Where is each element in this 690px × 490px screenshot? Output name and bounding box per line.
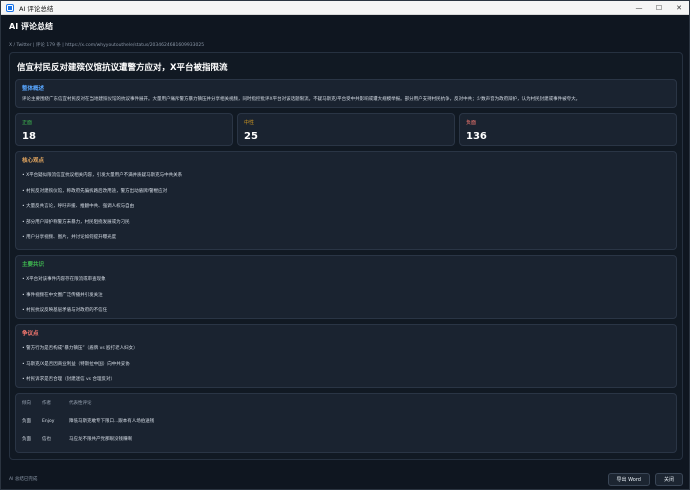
source-info: X / Twitter | 评论 179 条 | https://x.com/w… — [9, 43, 205, 48]
status-text: AI 总结已完成 — [9, 477, 38, 482]
list-item: 村民抗议反映基层矛盾与对政府的不信任 — [22, 303, 670, 319]
stat-positive: 正面 18 — [15, 113, 233, 146]
overview-title: 整体概述 — [22, 86, 45, 92]
column-header-comment: 代表性评论 — [69, 401, 92, 406]
disputes-title: 争议点 — [22, 331, 39, 337]
stat-negative: 负面 136 — [459, 113, 677, 146]
row-author: Enjoy — [42, 418, 55, 424]
comments-table: 倾向 作者 代表性评论 负面 Enjoy 障低马斯克敢专下限口...跟本有人场伯… — [22, 398, 670, 448]
title-bar: AI 评论总结 — ☐ ✕ — [1, 1, 689, 15]
stat-label: 中性 — [244, 120, 255, 126]
list-item: 部分用户辩护称警方未暴力，村民阻挠发展或为刁民 — [22, 215, 670, 231]
row-sentiment: 负面 — [22, 419, 31, 424]
close-window-button[interactable]: ✕ — [669, 1, 689, 15]
list-item: 大量反共言论，呼吁声援、推翻中共、强调人权与自由 — [22, 199, 670, 215]
minimize-button[interactable]: — — [629, 1, 649, 15]
core-points-title: 核心观点 — [22, 158, 45, 164]
list-item: X平台疑似限流信宜抗议相关内容，引发大量用户不满并质疑马斯克与中共关系 — [22, 168, 670, 184]
row-comment: 马应龙不限共产党那眼没钱赚啊 — [69, 437, 132, 442]
row-comment: 障低马斯克敢专下限口...跟本有人场伯送钱 — [69, 419, 155, 424]
row-author: 信也 — [42, 437, 51, 442]
list-item: 马斯克/X是否因商业利益（特斯拉中国）向中共妥协 — [22, 357, 670, 373]
table-row: 负面 Enjoy 障低马斯克敢专下限口...跟本有人场伯送钱 — [22, 412, 670, 430]
list-item: 警方行为是否构成“暴力镇压”（盾牌 vs 殴打老人妇女） — [22, 341, 670, 357]
footer: AI 总结已完成 导出 Word 关闭 — [1, 467, 689, 489]
list-item: 用户分享视频、图片，并讨论如何提升曝光度 — [22, 230, 670, 246]
stat-neutral: 中性 25 — [237, 113, 455, 146]
column-header-sentiment: 倾向 — [22, 401, 31, 406]
app-icon — [6, 3, 14, 12]
stat-value: 25 — [244, 131, 258, 142]
table-row: 负面 信也 马应龙不限共产党那眼没钱赚啊 — [22, 430, 670, 448]
comments-table-card: 倾向 作者 代表性评论 负面 Enjoy 障低马斯克敢专下限口...跟本有人场伯… — [15, 393, 677, 453]
row-sentiment: 负面 — [22, 437, 31, 442]
list-item: 村民反对建殡仪馆，称政府先骗拆路后改用途，警方出动盾牌/警棍应对 — [22, 184, 670, 200]
page-title: AI 评论总结 — [9, 22, 53, 31]
list-item: X平台对该事件内容存在限流或审查现象 — [22, 272, 670, 288]
article-title: 信宜村民反对建殡仪馆抗议遭警方应对，X平台被指限流 — [17, 63, 228, 73]
stat-value: 18 — [22, 131, 36, 142]
consensus-title: 主要共识 — [22, 262, 45, 268]
consensus-card: 主要共识 X平台对该事件内容存在限流或审查现象 事件视频在中文圈广泛传播并引发关… — [15, 255, 677, 319]
summary-panel[interactable]: 信宜村民反对建殡仪馆抗议遭警方应对，X平台被指限流 整体概述 评论主要围绕广东信… — [9, 52, 683, 460]
export-word-button[interactable]: 导出 Word — [607, 472, 650, 486]
header: AI 评论总结 X / Twitter | 评论 179 条 | https:/… — [1, 15, 689, 48]
core-points-card: 核心观点 X平台疑似限流信宜抗议相关内容，引发大量用户不满并质疑马斯克与中共关系… — [15, 151, 677, 250]
overview-card: 整体概述 评论主要围绕广东信宜村民反对在当地建殡仪馆的抗议事件展开。大量用户痛斥… — [15, 79, 677, 108]
sentiment-stats: 正面 18 中性 25 负面 136 — [15, 113, 677, 146]
stat-label: 负面 — [466, 120, 477, 126]
list-item: 村民诉求是否合理（封建迷信 vs 合理反对） — [22, 372, 670, 388]
stat-value: 136 — [466, 131, 487, 142]
table-header-row: 倾向 作者 代表性评论 — [22, 398, 670, 412]
stat-label: 正面 — [22, 120, 33, 126]
list-item: 事件视频在中文圈广泛传播并引发关注 — [22, 288, 670, 304]
overview-text: 评论主要围绕广东信宜村民反对在当地建殡仪馆的抗议事件展开。大量用户痛斥警方暴力镇… — [22, 97, 581, 102]
close-button[interactable]: 关闭 — [654, 472, 683, 486]
column-header-author: 作者 — [42, 401, 51, 406]
maximize-button[interactable]: ☐ — [649, 1, 669, 15]
disputes-card: 争议点 警方行为是否构成“暴力镇压”（盾牌 vs 殴打老人妇女） 马斯克/X是否… — [15, 324, 677, 388]
window-title: AI 评论总结 — [19, 4, 54, 13]
app-window: AI 评论总结 — ☐ ✕ AI 评论总结 X / Twitter | 评论 1… — [0, 0, 690, 490]
